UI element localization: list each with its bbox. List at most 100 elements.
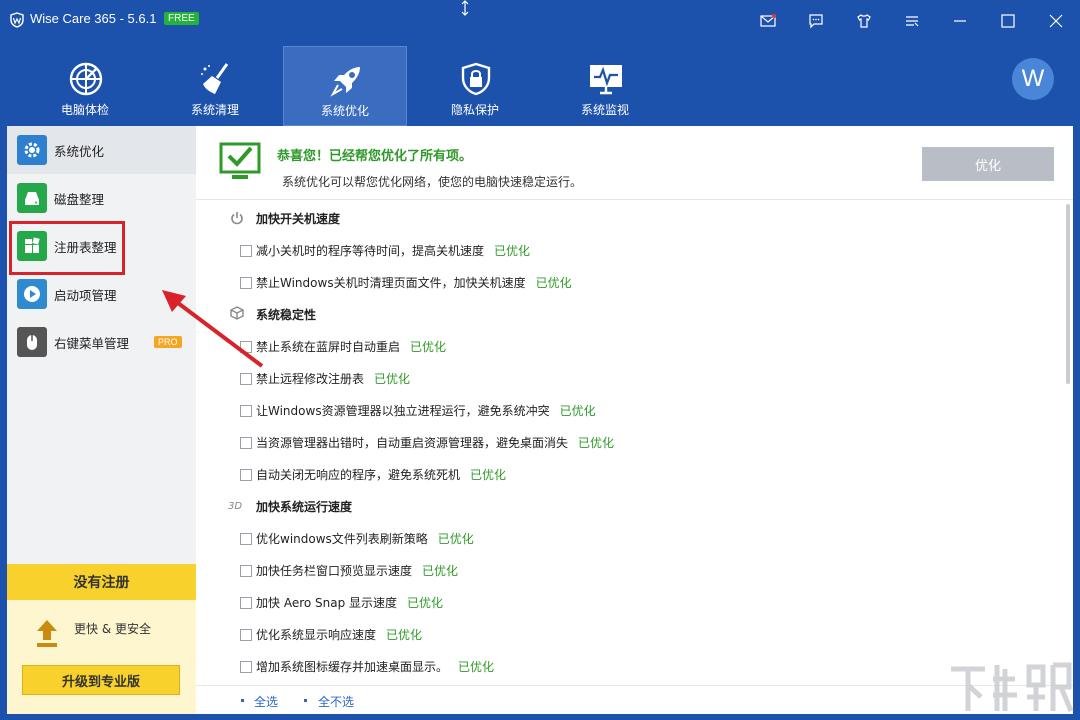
list-item[interactable]: 增加系统图标缓存并加速桌面显示。 已优化 <box>240 658 494 675</box>
nav-privacy[interactable]: 隐私保护 <box>413 46 537 126</box>
item-label: 加快 Aero Snap 显示速度 <box>256 596 398 610</box>
nav-label: 系统清理 <box>190 103 239 117</box>
mouse-icon <box>17 327 47 357</box>
power-icon <box>231 212 243 225</box>
register-title: 没有注册 <box>7 564 196 600</box>
list-scrollbar[interactable] <box>1066 204 1070 384</box>
play-icon <box>17 279 47 309</box>
item-checkbox[interactable] <box>240 564 252 577</box>
item-checkbox[interactable] <box>240 436 252 449</box>
minimize-icon[interactable] <box>936 0 984 42</box>
list-item[interactable]: 加快任务栏窗口预览显示速度 已优化 <box>240 562 458 579</box>
list-item[interactable]: 禁止Windows关机时清理页面文件，加快关机速度 已优化 <box>240 274 572 291</box>
menu-icon[interactable] <box>888 0 936 42</box>
list-item[interactable]: 自动关闭无响应的程序，避免系统死机 已优化 <box>240 466 506 483</box>
upgrade-arrow-icon <box>37 620 57 647</box>
list-item[interactable]: 让Windows资源管理器以独立进程运行，避免系统冲突 已优化 <box>240 402 596 419</box>
item-label: 让Windows资源管理器以独立进程运行，避免系统冲突 <box>256 404 550 418</box>
item-checkbox[interactable] <box>240 596 252 609</box>
sidebar-item-label: 右键菜单管理 <box>54 335 130 351</box>
nav-system-clean[interactable]: 系统清理 <box>153 46 277 126</box>
item-status: 已优化 <box>494 244 531 258</box>
bullet-dot <box>304 699 307 702</box>
skin-shirt-icon[interactable] <box>840 0 888 42</box>
main-panel: 恭喜您！已经帮您优化了所有项。 系统优化可以帮您优化网络，使您的电脑快速稳定运行… <box>196 126 1073 714</box>
list-item[interactable]: 优化windows文件列表刷新策略 已优化 <box>240 530 474 547</box>
annotation-highlight-box <box>9 221 125 275</box>
item-checkbox[interactable] <box>240 532 252 545</box>
bullet-dot <box>241 699 244 702</box>
upgrade-button[interactable]: 升级到专业版 <box>22 665 180 695</box>
broom-icon <box>201 63 229 94</box>
list-item[interactable]: 禁止系统在蓝屏时自动重启 已优化 <box>240 338 446 355</box>
feedback-icon[interactable] <box>792 0 840 42</box>
item-label: 自动关闭无响应的程序，避免系统死机 <box>256 468 461 482</box>
list-footer: 全选 全不选 <box>196 685 1073 714</box>
nav-label: 隐私保护 <box>450 103 499 117</box>
congrats-message: 恭喜您！已经帮您优化了所有项。 <box>277 149 473 164</box>
app-logo-icon <box>10 12 24 28</box>
item-checkbox[interactable] <box>240 404 252 417</box>
app-title: Wise Care 365 - 5.6.1 <box>30 11 157 26</box>
item-label: 优化系统显示响应速度 <box>256 628 377 642</box>
sidebar-item-system-optimize[interactable]: 系统优化 <box>7 126 196 174</box>
item-checkbox[interactable] <box>240 244 252 257</box>
item-label: 禁止Windows关机时清理页面文件，加快关机速度 <box>256 276 526 290</box>
sidebar-item-label: 系统优化 <box>54 143 105 159</box>
app-window: Wise Care 365 - 5.6.1 FREE 电脑体检 系统清理 系统优… <box>0 0 1080 720</box>
item-checkbox[interactable] <box>240 660 252 673</box>
item-status: 已优化 <box>578 436 615 450</box>
disk-icon <box>17 183 47 213</box>
nav-monitor[interactable]: 系统监视 <box>543 46 667 126</box>
sidebar-item-label: 启动项管理 <box>54 287 117 303</box>
item-status: 已优化 <box>437 532 474 546</box>
annotation-arrow-icon <box>162 290 264 368</box>
section-title: 加快开关机速度 <box>256 212 341 226</box>
titlebar-controls <box>744 0 1080 42</box>
register-panel: 没有注册 更快 & 更安全 升级到专业版 <box>7 564 196 714</box>
site-watermark-logo <box>951 662 1074 712</box>
nav-label: 系统监视 <box>580 103 629 117</box>
item-label: 减小关机时的程序等待时间，提高关机速度 <box>256 244 485 258</box>
sidebar-item-disk-defrag[interactable]: 磁盘整理 <box>7 174 196 222</box>
item-status: 已优化 <box>535 276 572 290</box>
mail-icon[interactable] <box>744 0 792 42</box>
item-label: 加快任务栏窗口预览显示速度 <box>256 564 413 578</box>
item-label: 禁止远程修改注册表 <box>256 372 365 386</box>
radar-icon <box>69 62 103 96</box>
list-item[interactable]: 优化系统显示响应速度 已优化 <box>240 626 422 643</box>
nav-pc-checkup[interactable]: 电脑体检 <box>23 46 147 126</box>
select-all-link[interactable]: 全选 <box>254 693 278 710</box>
list-item[interactable]: 减小关机时的程序等待时间，提高关机速度 已优化 <box>240 242 530 259</box>
item-status: 已优化 <box>407 596 444 610</box>
select-none-link[interactable]: 全不选 <box>318 693 354 710</box>
rocket-icon <box>330 67 360 97</box>
item-checkbox[interactable] <box>240 468 252 481</box>
item-status: 已优化 <box>422 564 459 578</box>
section-title: 加快系统运行速度 <box>256 500 353 514</box>
svg-text:3D: 3D <box>228 501 242 512</box>
nav-label: 系统优化 <box>320 104 369 118</box>
item-status: 已优化 <box>458 660 495 674</box>
list-item[interactable]: 加快 Aero Snap 显示速度 已优化 <box>240 594 443 611</box>
list-item[interactable]: 当资源管理器出错时，自动重启资源管理器，避免桌面消失 已优化 <box>240 434 614 451</box>
maximize-icon[interactable] <box>984 0 1032 42</box>
nav-system-optimize[interactable]: 系统优化 <box>283 46 407 126</box>
lock-shield-icon <box>461 62 491 96</box>
top-nav: 电脑体检 系统清理 系统优化 隐私保护 系统监视 W <box>0 44 1080 126</box>
optimize-list: 加快开关机速度 减小关机时的程序等待时间，提高关机速度 已优化 禁止Window… <box>196 201 1073 685</box>
gear-icon <box>17 135 47 165</box>
optimize-button[interactable]: 优化 <box>922 147 1054 181</box>
item-checkbox[interactable] <box>240 628 252 641</box>
item-label: 增加系统图标缓存并加速桌面显示。 <box>256 660 449 674</box>
check-monitor-icon <box>219 142 261 179</box>
register-subtitle: 更快 & 更安全 <box>74 622 151 636</box>
monitor-pulse-icon <box>590 65 622 95</box>
item-status: 已优化 <box>470 468 507 482</box>
item-label: 优化windows文件列表刷新策略 <box>256 532 428 546</box>
item-label: 当资源管理器出错时，自动重启资源管理器，避免桌面消失 <box>256 436 569 450</box>
item-status: 已优化 <box>374 372 411 386</box>
result-header: 恭喜您！已经帮您优化了所有项。 系统优化可以帮您优化网络，使您的电脑快速稳定运行… <box>196 126 1073 200</box>
user-avatar[interactable]: W <box>1012 58 1054 100</box>
close-icon[interactable] <box>1032 0 1080 42</box>
